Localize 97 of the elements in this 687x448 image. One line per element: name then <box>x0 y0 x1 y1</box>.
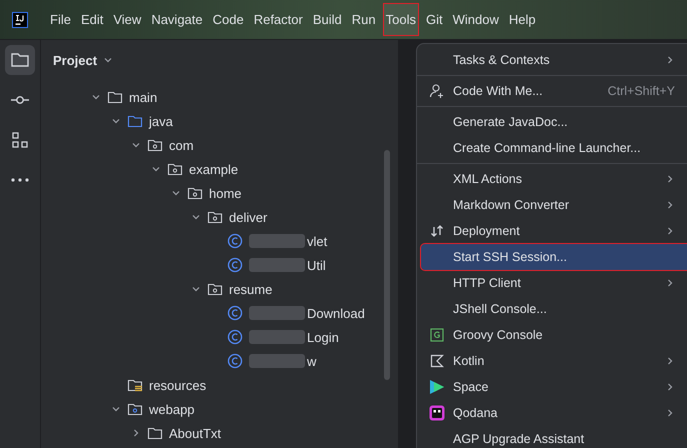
menu-item[interactable]: Code With Me... Ctrl+Shift+Y <box>421 78 687 104</box>
tree-item-label[interactable]: com <box>169 138 194 152</box>
menu-item[interactable]: Start SSH Session... <box>421 244 687 270</box>
menu-item-label: Kotlin <box>453 354 486 368</box>
resources-folder-icon <box>127 378 143 392</box>
groovy-icon <box>430 328 444 342</box>
menu-item[interactable]: Kotlin <box>421 348 687 374</box>
chevron-down-icon[interactable] <box>191 284 201 294</box>
tree-item-label[interactable]: resources <box>149 378 206 392</box>
menu-item-label: Start SSH Session... <box>453 250 568 264</box>
chevron-down-icon[interactable] <box>191 212 201 222</box>
tool-window-button[interactable] <box>5 45 35 75</box>
tree-item-label[interactable]: deliver <box>229 210 268 224</box>
tree-item-label[interactable]: w <box>307 354 316 368</box>
menu-bar-item[interactable]: View <box>110 3 144 36</box>
tree-item-label[interactable]: java <box>149 114 173 128</box>
more-icon <box>11 178 29 182</box>
menu-bar-item[interactable]: Refactor <box>250 3 306 36</box>
class-icon <box>227 257 243 273</box>
menu-bar-item[interactable]: Edit <box>78 3 106 36</box>
tree-item-label[interactable]: AboutTxt <box>169 426 222 440</box>
tree-item-label[interactable]: resume <box>229 282 272 296</box>
package-folder-icon <box>207 282 223 296</box>
structure-icon <box>11 131 29 149</box>
app-logo-icon <box>12 12 28 28</box>
package-folder-icon <box>167 162 183 176</box>
menu-item[interactable]: XML Actions <box>421 166 687 192</box>
menu-item[interactable]: Generate JavaDoc... <box>421 109 687 135</box>
folder-icon <box>147 426 163 440</box>
tree-item-label[interactable]: webapp <box>149 402 195 416</box>
package-folder-icon <box>147 138 163 152</box>
menu-item-label: Tasks & Contexts <box>453 53 551 67</box>
menu-item-label: Groovy Console <box>453 328 544 342</box>
web-folder-icon <box>127 402 143 416</box>
chevron-down-icon[interactable] <box>171 188 181 198</box>
menu-item[interactable]: HTTP Client <box>421 270 687 296</box>
folder-icon <box>127 114 143 128</box>
scrollbar[interactable] <box>384 150 390 380</box>
chevron-down-icon[interactable] <box>103 55 114 65</box>
tree-item-label[interactable]: Util <box>307 258 326 272</box>
menu-bar-item[interactable]: Build <box>310 3 345 36</box>
tree-item-label[interactable]: home <box>209 186 242 200</box>
chevron-down-icon[interactable] <box>131 140 141 150</box>
package-folder-icon <box>187 186 203 200</box>
folder-icon <box>10 51 30 69</box>
menu-item[interactable]: JShell Console... <box>421 296 687 322</box>
tree-item-label[interactable]: vlet <box>307 234 328 248</box>
class-icon <box>227 305 243 321</box>
tree-item-label[interactable]: example <box>189 162 238 176</box>
menu-item-label: AGP Upgrade Assistant <box>453 432 586 446</box>
chevron-down-icon[interactable] <box>111 116 121 126</box>
menu-item[interactable]: Space <box>421 374 687 400</box>
menu-bar-item[interactable]: Window <box>450 3 502 36</box>
menu-bar-item[interactable]: Navigate <box>148 3 206 36</box>
tree-item-label[interactable]: Download <box>307 306 365 320</box>
chevron-down-icon[interactable] <box>151 164 161 174</box>
menu-item-label: XML Actions <box>453 172 524 186</box>
class-icon <box>227 329 243 345</box>
chevron-right-icon[interactable] <box>131 428 141 438</box>
menu-bar-item[interactable]: Run <box>348 3 379 36</box>
menu-item-label: Generate JavaDoc... <box>453 115 569 129</box>
menu-bar-item[interactable]: Code <box>210 3 247 36</box>
menu-item[interactable]: AGP Upgrade Assistant <box>421 426 687 448</box>
menu-item-label: Create Command-line Launcher... <box>453 141 642 155</box>
up-down-arrows-icon <box>430 224 444 238</box>
menu-item[interactable]: Markdown Converter <box>421 192 687 218</box>
menu-bar-item[interactable]: Tools <box>382 3 419 36</box>
menu-item[interactable]: Qodana <box>421 400 687 426</box>
package-folder-icon <box>207 210 223 224</box>
menu-bar-item[interactable]: Git <box>422 3 446 36</box>
menu-item-label: Space <box>453 380 490 394</box>
menu-item-label: JShell Console... <box>453 302 548 316</box>
menu-item[interactable]: Create Command-line Launcher... <box>421 135 687 161</box>
tree-item-label[interactable]: Login <box>307 330 339 344</box>
class-icon <box>227 233 243 249</box>
menu-bar-item[interactable]: File <box>47 3 74 36</box>
menu-bar-item[interactable]: Help <box>506 3 539 36</box>
person-add-icon <box>429 83 445 99</box>
menu-item-label: Qodana <box>453 406 498 420</box>
kotlin-icon <box>430 354 444 368</box>
folder-icon <box>107 90 123 104</box>
class-icon <box>227 353 243 369</box>
qodana-icon <box>429 405 445 421</box>
shortcut-label: Ctrl+Shift+Y <box>608 84 675 98</box>
menu-item[interactable]: Tasks & Contexts <box>421 47 687 73</box>
space-logo-icon <box>429 379 445 395</box>
menu-item-label: Code With Me... <box>453 84 544 98</box>
commit-icon <box>10 95 30 105</box>
tree-item-label[interactable]: main <box>129 90 158 104</box>
menu-item[interactable]: Groovy Console <box>421 322 687 348</box>
panel-title[interactable]: Project <box>53 52 98 68</box>
menu-item[interactable]: Deployment <box>421 218 687 244</box>
menu-item-label: Deployment <box>453 224 521 238</box>
chevron-down-icon[interactable] <box>111 404 121 414</box>
menu-item-label: HTTP Client <box>453 276 522 290</box>
menu-item-label: Markdown Converter <box>453 198 570 212</box>
chevron-down-icon[interactable] <box>91 92 101 102</box>
